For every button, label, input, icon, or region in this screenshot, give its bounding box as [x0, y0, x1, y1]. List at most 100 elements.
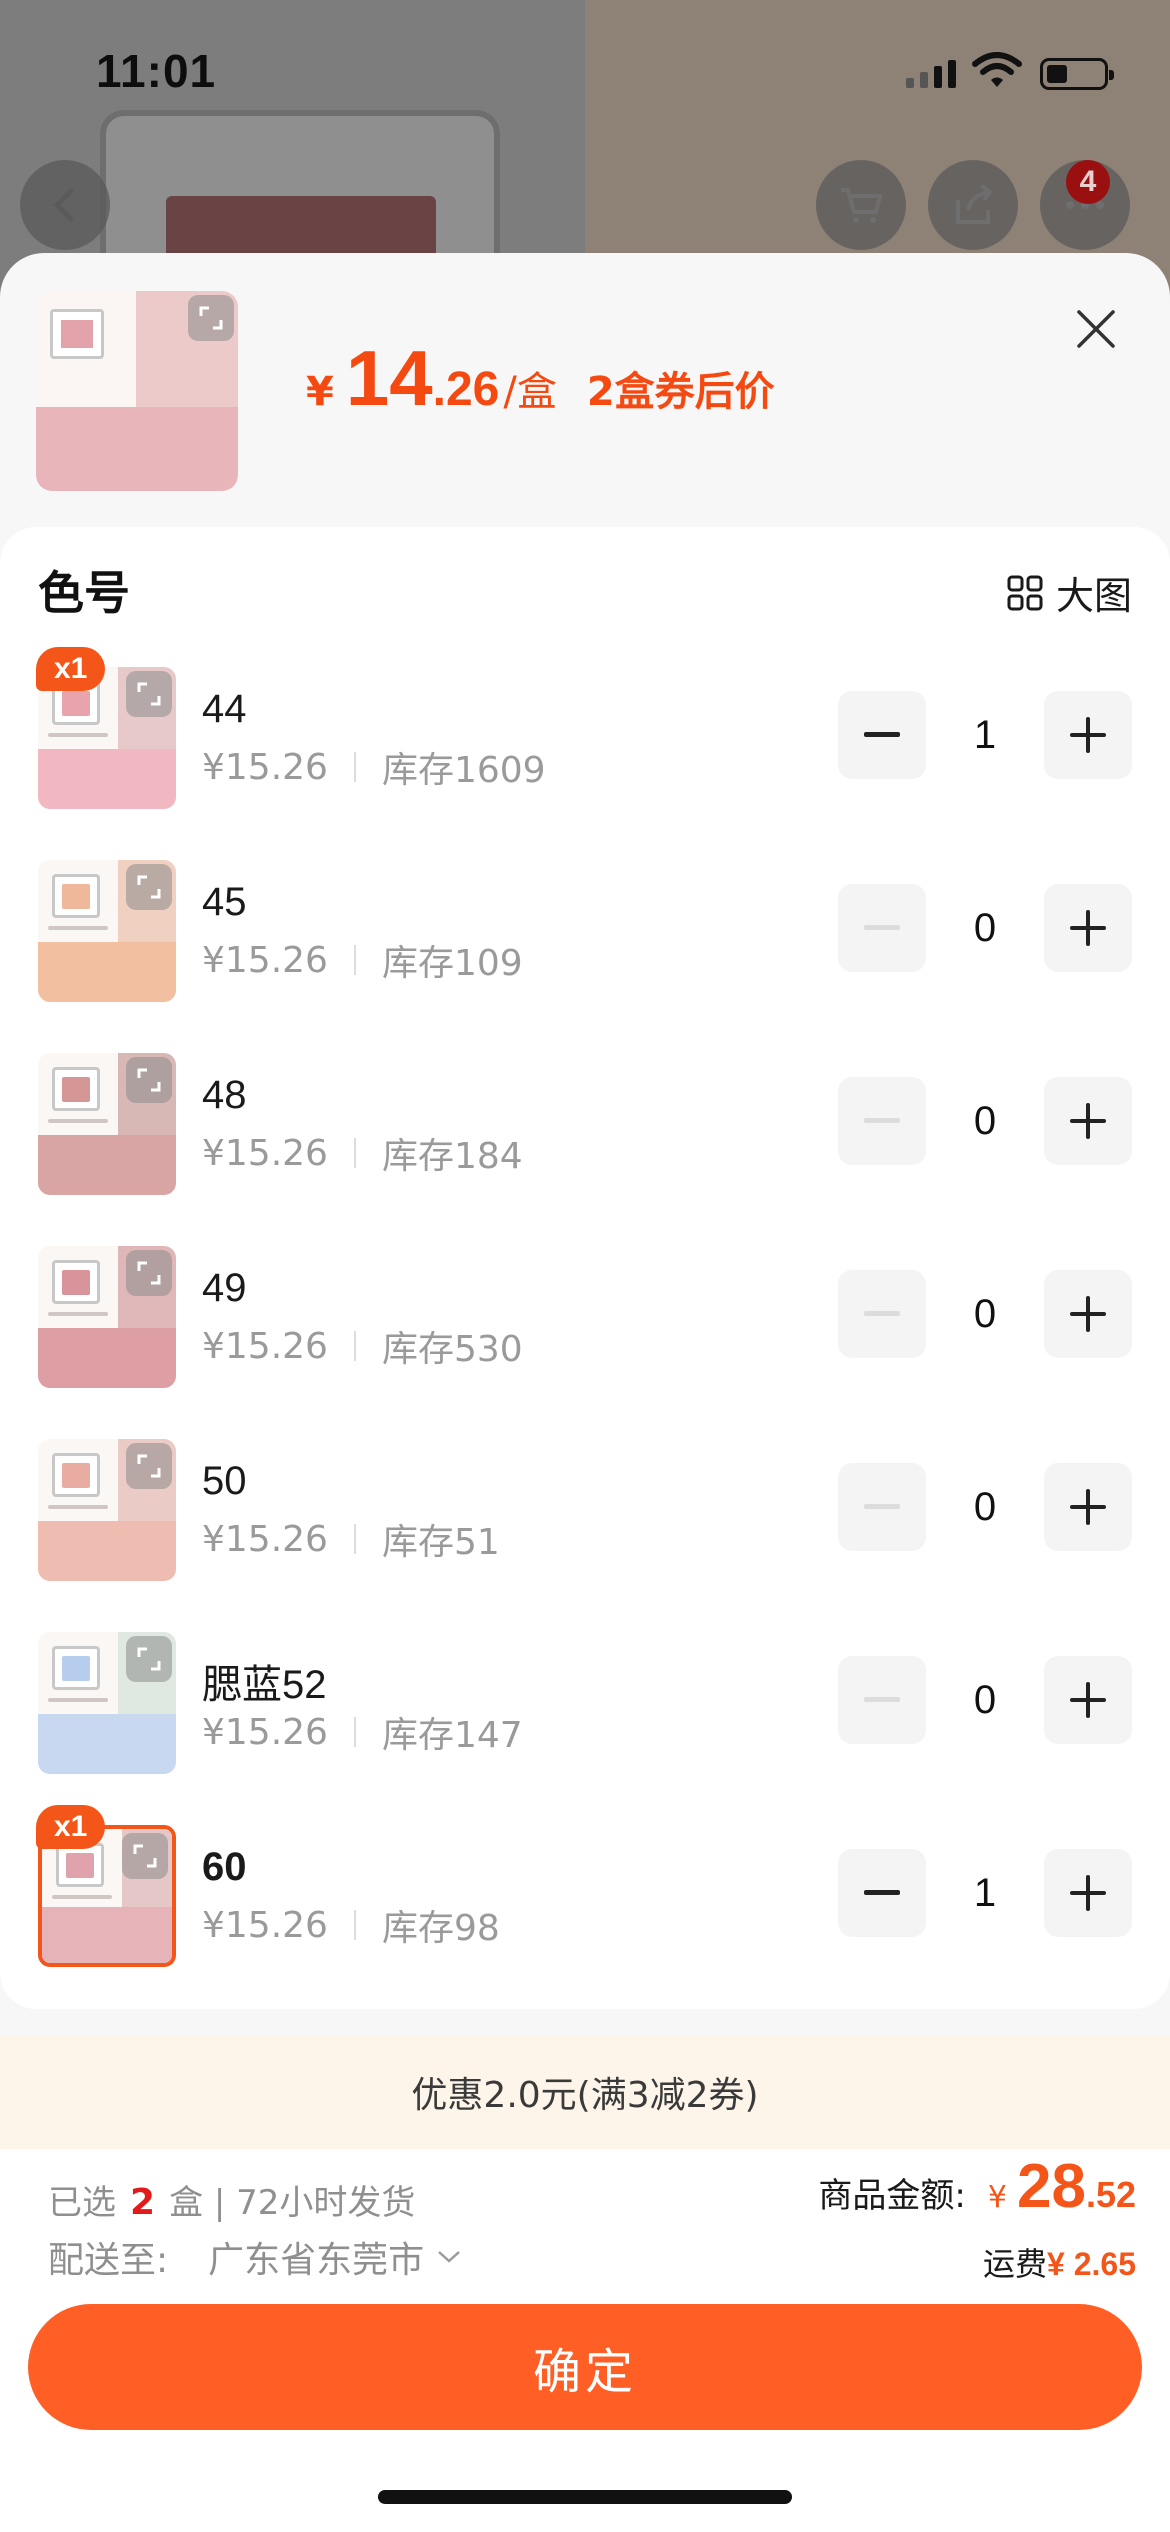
divider	[353, 1717, 356, 1747]
variant-name: 49	[202, 1266, 247, 1310]
increase-button[interactable]	[1044, 1656, 1132, 1744]
decrease-button[interactable]	[838, 1849, 926, 1937]
shipping-address[interactable]: 配送至: 广东省东莞市	[48, 2231, 462, 2283]
quantity-value[interactable]: 0	[926, 1270, 1044, 1358]
variant-meta: ¥15.26 库存109	[202, 934, 523, 986]
increase-button[interactable]	[1044, 884, 1132, 972]
quantity-value[interactable]: 0	[926, 1656, 1044, 1744]
expand-icon[interactable]	[126, 864, 172, 910]
increase-button[interactable]	[1044, 1270, 1132, 1358]
decrease-button[interactable]	[838, 1270, 926, 1358]
expand-icon[interactable]	[126, 1057, 172, 1103]
variant-row: 49 ¥15.26 库存530 0	[0, 1226, 1170, 1419]
increase-button[interactable]	[1044, 1077, 1132, 1165]
variant-row: 50 ¥15.26 库存51 0	[0, 1419, 1170, 1612]
variant-name: 60	[202, 1845, 247, 1889]
back-arrow-icon	[53, 188, 74, 222]
swatch	[62, 884, 90, 909]
promo-bar: 优惠2.0元(满3减2券)	[0, 2035, 1170, 2149]
quantity-stepper: 0	[838, 884, 1132, 972]
swatch	[62, 1656, 90, 1681]
variant-row: x1 60 ¥15.26 库存98 1	[0, 1805, 1170, 1998]
variant-row: 腮蓝52 ¥15.26 库存147 0	[0, 1612, 1170, 1805]
variant-price: ¥15.26	[202, 939, 328, 981]
plus-icon	[1070, 1875, 1106, 1911]
home-indicator	[378, 2490, 792, 2504]
plus-icon	[1070, 1296, 1106, 1332]
swatch	[62, 1270, 90, 1295]
variant-thumbnail[interactable]	[38, 1632, 176, 1774]
variant-stock: 库存147	[381, 1715, 523, 1756]
variant-price: ¥15.26	[202, 1132, 328, 1174]
plus-icon	[1070, 1682, 1106, 1718]
divider	[353, 1524, 356, 1554]
expand-icon[interactable]	[126, 1443, 172, 1489]
increase-button[interactable]	[1044, 1463, 1132, 1551]
decrease-button[interactable]	[838, 691, 926, 779]
expand-icon[interactable]	[188, 295, 234, 341]
variant-meta: ¥15.26 库存530	[202, 1320, 523, 1372]
variant-thumbnail[interactable]	[38, 1246, 176, 1388]
ship-location: 广东省东莞市	[208, 2240, 425, 2281]
decrease-button[interactable]	[838, 1077, 926, 1165]
cart-count-badge: 4	[1066, 160, 1110, 204]
minus-icon	[864, 1697, 900, 1702]
minus-icon	[864, 732, 900, 737]
divider	[353, 1331, 356, 1361]
minus-icon	[864, 1311, 900, 1316]
selected-product-image[interactable]	[36, 291, 238, 491]
quantity-stepper: 0	[838, 1270, 1132, 1358]
variant-meta: ¥15.26 库存98	[202, 1899, 500, 1951]
variant-stock: 库存530	[381, 1329, 523, 1370]
expand-icon[interactable]	[126, 1636, 172, 1682]
big-view-label: 大图	[1056, 574, 1133, 618]
quantity-stepper: 1	[838, 1849, 1132, 1937]
signal-icon	[906, 58, 956, 88]
back-button	[20, 160, 110, 250]
swatch	[62, 691, 90, 716]
expand-icon[interactable]	[126, 1250, 172, 1296]
decrease-button[interactable]	[838, 884, 926, 972]
variant-stock: 库存1609	[381, 750, 546, 791]
variant-meta: ¥15.26 库存147	[202, 1706, 523, 1758]
quantity-value[interactable]: 0	[926, 884, 1044, 972]
variant-thumbnail[interactable]	[38, 1439, 176, 1581]
quantity-value[interactable]: 0	[926, 1077, 1044, 1165]
variant-name: 50	[202, 1459, 247, 1503]
quantity-stepper: 0	[838, 1463, 1132, 1551]
divider	[353, 945, 356, 975]
quantity-value[interactable]: 1	[926, 691, 1044, 779]
selected-count: 2	[130, 2182, 156, 2223]
quantity-stepper: 0	[838, 1077, 1132, 1165]
increase-button[interactable]	[1044, 691, 1132, 779]
variant-stock: 库存184	[381, 1136, 523, 1177]
wifi-icon	[972, 52, 1022, 87]
confirm-button[interactable]: 确定	[28, 2304, 1142, 2430]
selected-summary: 已选 2 盒 | 72小时发货	[48, 2182, 416, 2223]
decrease-button[interactable]	[838, 1656, 926, 1744]
big-view-toggle[interactable]: 大图	[1006, 565, 1132, 620]
variant-thumbnail[interactable]	[38, 860, 176, 1002]
swatch	[62, 1077, 90, 1102]
expand-icon[interactable]	[126, 671, 172, 717]
coupon-note: 2盒券后价	[586, 369, 775, 415]
quantity-value[interactable]: 0	[926, 1463, 1044, 1551]
variant-meta: ¥15.26 库存1609	[202, 741, 546, 793]
close-button[interactable]	[1066, 299, 1126, 359]
variant-price: ¥15.26	[202, 1518, 328, 1560]
increase-button[interactable]	[1044, 1849, 1132, 1937]
coupon-price: ¥ 14 .26 /盒 2盒券后价	[306, 334, 775, 422]
cart-icon	[841, 188, 883, 223]
variant-stock: 库存98	[381, 1908, 500, 1949]
variant-name: 48	[202, 1073, 247, 1117]
variant-thumbnail[interactable]	[38, 1053, 176, 1195]
status-time: 11:01	[96, 45, 217, 97]
minus-icon	[864, 925, 900, 930]
variant-name: 44	[202, 687, 247, 731]
sku-selection-sheet: ¥ 14 .26 /盒 2盒券后价 色号 大图 x1 44 ¥15.26 库存1…	[0, 253, 1170, 2532]
expand-icon[interactable]	[122, 1833, 168, 1879]
quantity-value[interactable]: 1	[926, 1849, 1044, 1937]
share-icon	[956, 184, 993, 224]
variant-row: x1 44 ¥15.26 库存1609 1	[0, 647, 1170, 840]
decrease-button[interactable]	[838, 1463, 926, 1551]
